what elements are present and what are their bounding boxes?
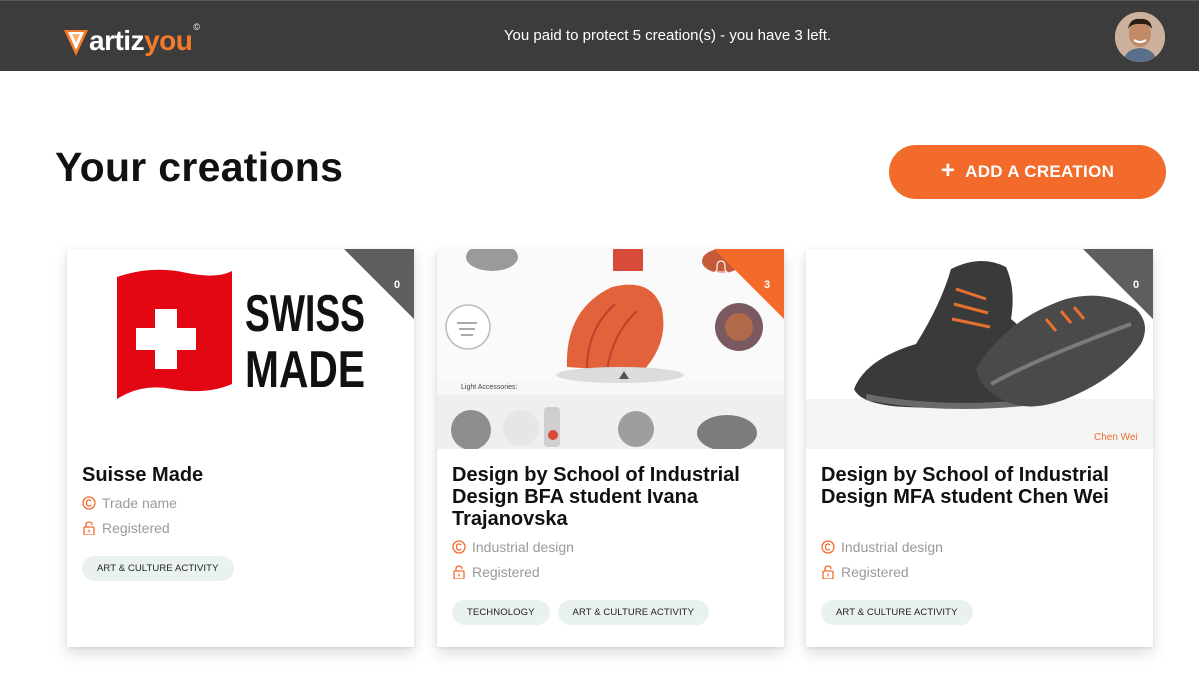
lock-icon: [822, 565, 834, 579]
bell-icon: [1083, 260, 1097, 276]
tag-list: ART & CULTURE ACTIVITY: [821, 600, 973, 625]
page-title: Your creations: [55, 144, 344, 190]
notification-count: 0: [1132, 279, 1140, 291]
creation-category: Industrial design: [452, 539, 574, 555]
add-creation-button[interactable]: + ADD A CREATION: [889, 145, 1166, 199]
top-bar: artiz you © You paid to protect 5 creati…: [0, 0, 1199, 71]
creation-card[interactable]: Chen Wei 0 Design by School of Industria…: [806, 249, 1153, 647]
tag-list: TECHNOLOGY ART & CULTURE ACTIVITY: [452, 600, 710, 625]
status-label: Registered: [841, 564, 909, 580]
notification-badge[interactable]: 0: [344, 249, 414, 319]
creation-title[interactable]: Suisse Made: [82, 464, 402, 486]
notification-count: 3: [763, 279, 771, 291]
notification-count: 0: [393, 279, 401, 291]
creation-card[interactable]: SWISS MADE 0 Suisse Made Trade name Regi…: [67, 249, 414, 647]
made-text: MADE: [245, 341, 365, 399]
creation-title[interactable]: Design by School of Industrial Design MF…: [821, 464, 1141, 508]
bell-icon: [714, 260, 728, 276]
tag[interactable]: ART & CULTURE ACTIVITY: [557, 600, 710, 625]
creation-status: Registered: [82, 520, 170, 536]
tag[interactable]: ART & CULTURE ACTIVITY: [821, 600, 973, 625]
creation-card[interactable]: Light Accessories: 3 Design by School of…: [437, 249, 784, 647]
lock-icon: [453, 565, 465, 579]
category-label: Industrial design: [472, 539, 574, 555]
add-creation-label: ADD A CREATION: [965, 162, 1115, 181]
category-label: Trade name: [102, 495, 177, 511]
category-label: Industrial design: [841, 539, 943, 555]
plus-icon: +: [940, 157, 956, 184]
creation-status: Registered: [821, 564, 909, 580]
lock-icon: [83, 521, 95, 535]
copyright-icon: [82, 496, 96, 510]
notification-badge[interactable]: 0: [1083, 249, 1153, 319]
tag[interactable]: ART & CULTURE ACTIVITY: [82, 556, 234, 581]
status-label: Registered: [102, 520, 170, 536]
creation-title[interactable]: Design by School of Industrial Design BF…: [452, 464, 772, 530]
designer-signature: Chen Wei: [1094, 432, 1138, 443]
creation-status: Registered: [452, 564, 540, 580]
creation-category: Industrial design: [821, 539, 943, 555]
tag[interactable]: TECHNOLOGY: [452, 600, 550, 625]
user-avatar[interactable]: [1115, 12, 1165, 62]
status-label: Registered: [472, 564, 540, 580]
copyright-icon: [452, 540, 466, 554]
creation-category: Trade name: [82, 495, 177, 511]
copyright-icon: [821, 540, 835, 554]
light-accessories-caption: Light Accessories:: [461, 384, 517, 391]
tag-list: ART & CULTURE ACTIVITY: [82, 556, 234, 581]
notification-badge[interactable]: 3: [714, 249, 784, 319]
avatar-image: [1115, 12, 1165, 62]
bell-icon: [344, 260, 358, 276]
protection-notice: You paid to protect 5 creation(s) - you …: [503, 27, 832, 44]
